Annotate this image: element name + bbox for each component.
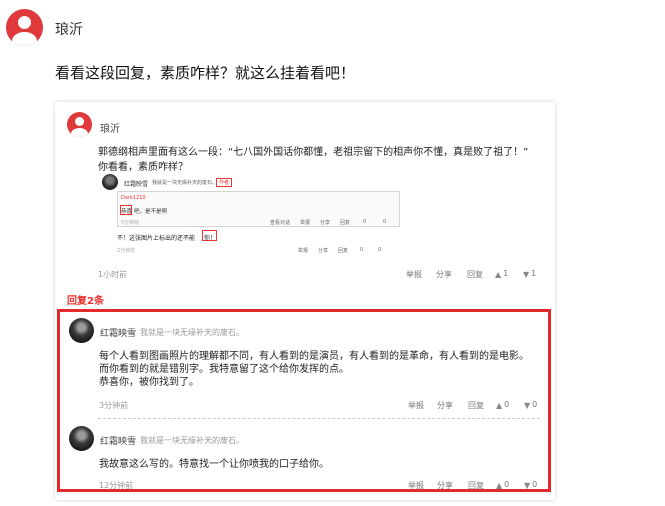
thumbs-up-icon: ▲ [496,401,503,410]
thumbs-up-icon: ▲ [495,270,502,279]
like-count: 0 [504,400,510,409]
quoted-reply-text-b: 你！ [204,235,217,242]
dislike-button[interactable]: ▼ 0 [524,400,537,410]
reply-text-line-2: 而你看到的就是错别字。我特意留了这个给你发挥的点。 [99,364,349,375]
reply-button[interactable]: 回复 [468,400,484,411]
inner-quote-user: Dark1210 [121,195,146,201]
quoted-user-avatar [102,174,118,190]
reply-avatar[interactable] [69,426,94,451]
reply-text-line-1: 每个人看到图画照片的理解都不同，有人看到的是演员，有人看到的是革命，有人看到的是… [99,351,529,362]
user-avatar[interactable] [6,9,43,46]
comment-text-line-2: 你看看，素质咋样？ [98,162,188,173]
reply-actions: 举报 分享 回复 ▲ 0 ▼ 0 [408,480,548,490]
reply-author-signature: 我就是一块无缘补天的废石。 [140,436,244,445]
inner-report: 举报 [300,220,311,226]
like-button[interactable]: ▲ 0 [496,400,509,410]
reply-count-label[interactable]: 回复2条 [67,292,104,307]
dislike-button[interactable]: ▼ 1 [523,269,536,279]
like-count: 1 [503,269,509,278]
quoted-user-name: 红霜映雪 [124,181,149,188]
comment-text-line-1: 郭德纲相声里面有这么一段：“七八国外国话你都懂，老祖宗留下的相声你不懂，真是败了… [98,147,529,158]
avatar-body-shape [12,32,37,46]
like-button[interactable]: ▲ 0 [496,480,509,490]
quoted-like-count: 0 [360,247,364,253]
like-button[interactable]: ▲ 1 [495,269,508,279]
quoted-reply: 回复 [338,248,349,254]
thumbs-down-icon: ▼ [523,270,530,279]
share-button[interactable]: 分享 [436,269,452,280]
reply-actions: 举报 分享 回复 ▲ 0 ▼ 0 [408,400,548,410]
avatar-head-shape [75,117,84,126]
thumbs-down-icon: ▼ [524,401,531,410]
replies-highlight-frame: 红霜映雪 我就是一块无缘补天的废石。 每个人看到图画照片的理解都不同，有人看到的… [57,309,551,492]
report-button[interactable]: 举报 [408,400,424,411]
comment-time: 1小时前 [98,270,128,279]
quoted-reply-time: 2分钟前 [117,248,136,254]
dislike-button[interactable]: ▼ 0 [524,480,537,490]
comment-avatar[interactable] [67,112,92,137]
share-button[interactable]: 分享 [437,480,453,491]
reply-text-line-1: 我故意这么写的。特意找一个让你喷我的口子给你。 [99,459,329,470]
dislike-count: 0 [532,480,538,489]
quoted-user-signature: 我就是一块无缘补天的废石。 [152,180,218,186]
thumbs-down-icon: ▼ [524,481,531,490]
comment-author-name[interactable]: 琅沂 [100,120,120,135]
share-button[interactable]: 分享 [437,400,453,411]
like-count: 0 [504,480,510,489]
inner-quote-time: 5分钟前 [121,220,140,226]
comment-actions: 举报 分享 回复 ▲ 1 ▼ 1 [406,269,546,279]
inner-quote-text-a: 恭喜 [121,209,133,215]
reply-time: 3分钟前 [99,401,129,410]
avatar-body-shape [71,128,88,137]
reply-text-line-3: 恭喜你，被你找到了。 [99,377,199,388]
inner-reply: 回复 [340,220,351,226]
dislike-count: 1 [531,269,537,278]
inner-dislike-count: 0 [383,219,387,225]
quoted-dislike-count: 0 [378,247,382,253]
reply-divider [98,418,540,419]
reply-author-signature: 我就是一块无缘补天的废石。 [140,328,244,337]
reply-item: 红霜映雪 我就是一块无缘补天的废石。 每个人看到图画照片的理解都不同，有人看到的… [60,312,548,417]
inner-like-count: 0 [363,219,367,225]
inner-quote-text-b: 吧，是不是啊 [134,209,168,215]
inner-view-dialog: 查看对话 [270,220,291,226]
quoted-reply-text-a: 不！这张图片上标出的还不能 [117,235,196,242]
inner-quoted-comment: Dark1210 恭喜 吧，是不是啊 5分钟前 查看对话 举报 分享 回复 0 … [117,191,400,227]
post-author-name[interactable]: 琅沂 [55,19,83,39]
dislike-count: 0 [532,400,538,409]
reply-button[interactable]: 回复 [468,480,484,491]
report-button[interactable]: 举报 [408,480,424,491]
reply-item: 红霜映雪 我就是一块无缘补天的废石。 我故意这么写的。特意找一个让你喷我的口子给… [60,420,548,490]
reply-time: 12分钟前 [99,481,134,490]
quoted-report: 举报 [298,248,309,254]
avatar-head-shape [18,16,31,29]
thumbs-up-icon: ▲ [496,481,503,490]
reply-avatar[interactable] [69,318,94,343]
reply-author-name[interactable]: 红霜映雪 [100,434,136,447]
post-text: 看看这段回复，素质咋样？就这么挂着看吧！ [55,64,356,82]
inner-share: 分享 [320,220,331,226]
quoted-share: 分享 [318,248,329,254]
reply-author-name[interactable]: 红霜映雪 [100,326,136,339]
quoted-reply-header: 红霜映雪 我就是一块无缘补天的废石。 作者 [102,174,522,190]
report-button[interactable]: 举报 [406,269,422,280]
author-tag: 作者 [216,178,233,187]
reply-button[interactable]: 回复 [467,269,483,280]
